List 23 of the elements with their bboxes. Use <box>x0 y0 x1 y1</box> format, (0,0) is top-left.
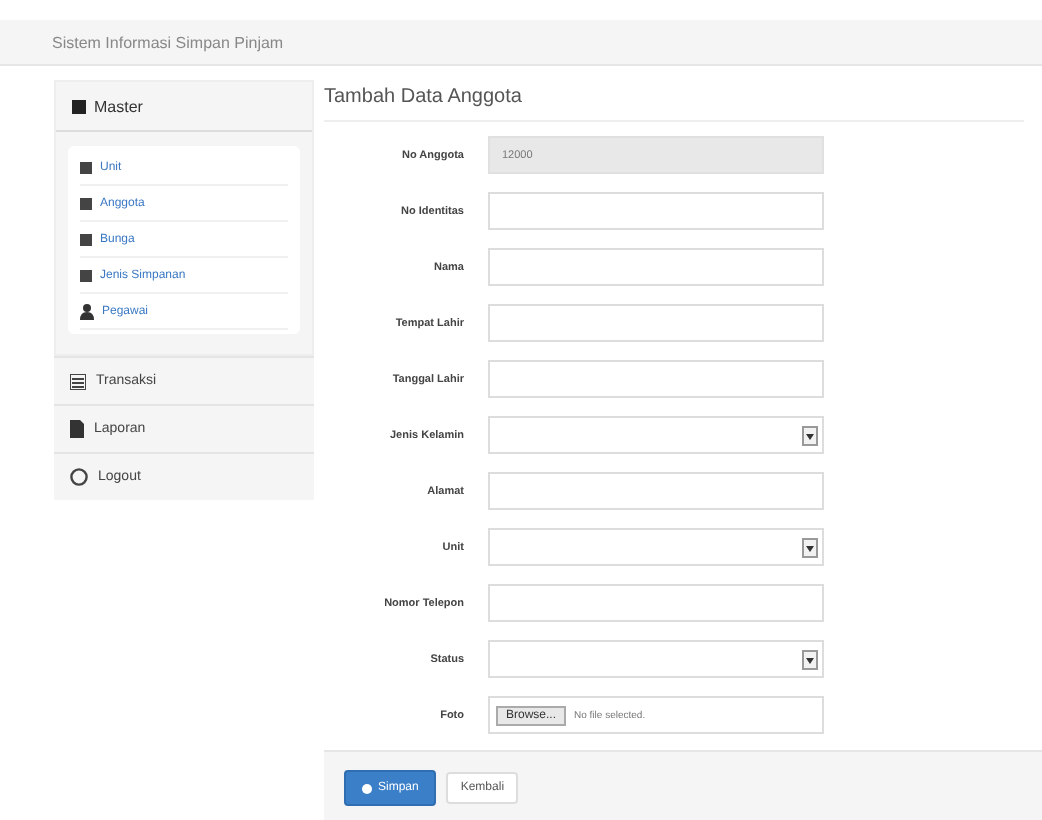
input-field[interactable] <box>488 304 824 342</box>
input-field[interactable] <box>488 360 824 398</box>
user-icon <box>80 303 94 319</box>
select-field[interactable] <box>488 640 824 678</box>
input-field[interactable] <box>488 584 824 622</box>
panel-title: Master <box>94 97 143 115</box>
brand-title[interactable]: Sistem Informasi Simpan Pinjam <box>52 33 284 51</box>
dropdown-caret-icon <box>802 537 818 557</box>
save-icon <box>362 783 372 793</box>
square-icon <box>80 161 92 173</box>
square-icon <box>80 197 92 209</box>
dropdown-caret-icon <box>802 649 818 669</box>
select-field[interactable] <box>488 528 824 566</box>
input-field[interactable] <box>488 248 824 286</box>
square-icon <box>80 269 92 281</box>
input-field[interactable] <box>488 472 824 510</box>
list-icon <box>70 373 86 389</box>
input-field[interactable] <box>488 192 824 230</box>
form-title: Tambah Data Anggota <box>324 80 1024 122</box>
square-icon <box>80 233 92 245</box>
file-icon <box>70 420 84 438</box>
dropdown-caret-icon <box>802 425 818 445</box>
select-field[interactable] <box>488 416 824 454</box>
